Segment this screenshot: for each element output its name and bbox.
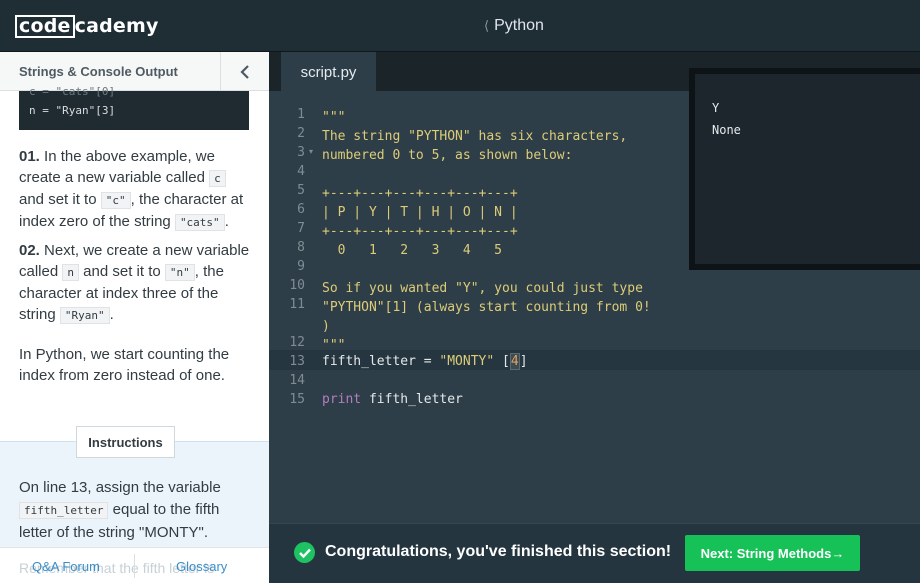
line-number: 3 xyxy=(297,145,305,160)
lesson-paragraph-1: 01. In the above example, we create a ne… xyxy=(19,146,254,233)
check-circle-icon xyxy=(294,542,315,563)
step-number: 02. xyxy=(19,242,40,259)
line-number: 5 xyxy=(297,183,305,198)
code-line[interactable]: The string "PYTHON" has six characters, xyxy=(322,129,627,144)
code-line[interactable]: | P | Y | T | H | O | N | xyxy=(322,205,518,220)
code-line-ghost: c = "cats"[0] xyxy=(29,85,116,98)
code-line-15[interactable]: print fifth_letter xyxy=(322,392,463,407)
fold-arrow-icon[interactable]: ▾ xyxy=(309,147,313,156)
inline-code: "c" xyxy=(100,192,131,209)
inline-code: n xyxy=(62,264,79,281)
congrats-message: Congratulations, you've finished this se… xyxy=(325,543,672,560)
code-line[interactable]: """ xyxy=(322,338,345,353)
line-number: 14 xyxy=(289,373,305,388)
line-number: 7 xyxy=(297,221,305,236)
code-line[interactable]: """ xyxy=(322,110,345,125)
line-number: 9 xyxy=(297,259,305,274)
line-number: 2 xyxy=(297,126,305,141)
tab-script-py[interactable]: script.py xyxy=(281,52,376,91)
inline-code: "cats" xyxy=(174,214,225,231)
inline-code: fifth_letter xyxy=(19,502,109,519)
code-line[interactable]: +---+---+---+---+---+---+ xyxy=(322,224,518,239)
code-line[interactable]: "PYTHON"[1] (always start counting from … xyxy=(322,300,651,315)
text: . xyxy=(224,213,229,230)
top-navbar: code cademy ⟨ Python xyxy=(0,0,920,52)
inline-code: "n" xyxy=(164,264,195,281)
divider xyxy=(134,554,135,578)
checkmark-icon xyxy=(298,548,311,558)
lesson-title: Strings & Console Output xyxy=(19,64,178,79)
instructions-text: On line 13, assign the variable fifth_le… xyxy=(19,477,254,544)
code-line: n = "Ryan"[3] xyxy=(29,104,116,117)
line-number: 8 xyxy=(297,240,305,255)
collapse-panel-button[interactable] xyxy=(220,52,269,91)
inline-code: c xyxy=(209,170,226,187)
text: and set it to xyxy=(19,191,97,208)
console-output: Y None xyxy=(689,68,920,270)
line-number: 13 xyxy=(289,354,305,369)
inline-code: "Ryan" xyxy=(59,307,110,324)
lesson-panel: Strings & Console Output c = "cats"[0] n… xyxy=(0,52,269,583)
text: In the above example, we create a new va… xyxy=(19,148,215,186)
course-nav[interactable]: ⟨ Python xyxy=(484,17,544,35)
completion-banner: Congratulations, you've finished this se… xyxy=(269,523,920,583)
course-title: Python xyxy=(494,17,544,34)
logo-text: cademy xyxy=(74,15,159,37)
code-line[interactable]: +---+---+---+---+---+---+ xyxy=(322,186,518,201)
identifier: fifth_letter xyxy=(322,354,416,369)
chevron-left-icon: ⟨ xyxy=(484,18,490,33)
bracket: ] xyxy=(519,354,528,369)
lesson-paragraph-2: 02. Next, we create a new variable calle… xyxy=(19,240,254,326)
line-number: 6 xyxy=(297,202,305,217)
lesson-footer: Remember that the fifth letter is Q&A Fo… xyxy=(0,547,269,583)
operator: = xyxy=(415,354,440,369)
chevron-left-icon xyxy=(240,64,249,79)
code-line[interactable]: ) xyxy=(322,319,330,334)
step-number: 01. xyxy=(19,148,40,165)
bracket: [ xyxy=(494,354,510,369)
line-number: 10 xyxy=(289,278,305,293)
code-line[interactable]: So if you wanted "Y", you could just typ… xyxy=(322,281,643,296)
identifier: fifth_letter xyxy=(361,392,463,407)
text: On line 13, assign the variable xyxy=(19,479,221,496)
next-lesson-button[interactable]: Next: String Methods→ xyxy=(685,535,860,571)
string-literal: "MONTY" xyxy=(439,354,495,369)
code-line[interactable]: numbered 0 to 5, as shown below: xyxy=(322,148,572,163)
output-line: Y xyxy=(712,101,720,115)
line-number: 4 xyxy=(297,164,305,179)
codecademy-logo[interactable]: code cademy xyxy=(15,14,159,38)
text: and set it to xyxy=(83,263,161,280)
line-number: 1 xyxy=(297,107,305,122)
qa-forum-link[interactable]: Q&A Forum xyxy=(32,559,100,574)
instructions-tab[interactable]: Instructions xyxy=(76,426,175,458)
glossary-link[interactable]: Glossary xyxy=(176,559,227,574)
text: . xyxy=(109,306,114,323)
line-number: 11 xyxy=(289,297,305,312)
line-number: 12 xyxy=(289,335,305,350)
code-line[interactable]: 0 1 2 3 4 5 xyxy=(322,243,502,258)
lesson-paragraph-3: In Python, we start counting the index f… xyxy=(19,346,230,384)
keyword: print xyxy=(322,392,362,407)
number-literal: 4 xyxy=(509,353,520,370)
output-line: None xyxy=(712,123,741,137)
line-number: 15 xyxy=(289,392,305,407)
code-line-13[interactable]: fifth_letter = "MONTY" [4] xyxy=(322,353,528,370)
logo-boxed-text: code xyxy=(15,14,75,38)
example-code-block: c = "cats"[0] n = "Ryan"[3] xyxy=(19,85,249,130)
